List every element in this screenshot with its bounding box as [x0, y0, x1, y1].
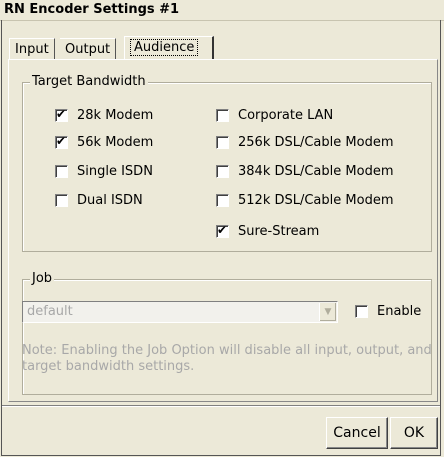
- window-title: RN Encoder Settings #1: [4, 2, 180, 17]
- dropdown-arrow-icon[interactable]: ▼: [319, 303, 336, 321]
- checkbox-box[interactable]: ✔: [55, 107, 68, 122]
- tab-audience-label: Audience: [130, 39, 199, 56]
- checkbox-label: Enable: [377, 304, 422, 319]
- checkbox-box[interactable]: [216, 109, 229, 122]
- checkbox-label: 56k Modem: [77, 135, 154, 150]
- target-bandwidth-legend: Target Bandwidth: [30, 74, 148, 89]
- job-select[interactable]: default ▼: [22, 301, 338, 323]
- checkbox-sure-stream[interactable]: ✔ Sure-Stream: [216, 223, 320, 239]
- checkbox-label: Sure-Stream: [238, 224, 320, 239]
- checkbox-label: 512k DSL/Cable Modem: [238, 193, 394, 208]
- checkbox-box[interactable]: [216, 194, 229, 207]
- tab-input-label: Input: [15, 42, 49, 57]
- tab-output[interactable]: Output: [60, 38, 117, 60]
- checkbox-box[interactable]: [216, 165, 229, 178]
- cancel-button[interactable]: Cancel: [326, 417, 388, 449]
- checkbox-384k-dsl[interactable]: 384k DSL/Cable Modem: [216, 164, 393, 179]
- job-group: [22, 279, 432, 395]
- checkbox-256k-dsl[interactable]: 256k DSL/Cable Modem: [216, 135, 393, 150]
- separator: [2, 405, 440, 407]
- tab-input[interactable]: Input: [9, 38, 55, 60]
- checkbox-label: Corporate LAN: [238, 108, 334, 123]
- checkbox-dual-isdn[interactable]: Dual ISDN: [55, 193, 143, 208]
- checkbox-label: 384k DSL/Cable Modem: [238, 164, 394, 179]
- checkmark-icon: ✔: [56, 107, 67, 121]
- checkbox-56k-modem[interactable]: ✔ 56k Modem: [55, 134, 154, 150]
- ok-button[interactable]: OK: [390, 417, 438, 449]
- job-select-value: default: [27, 304, 73, 319]
- checkbox-label: 28k Modem: [77, 108, 154, 123]
- checkmark-icon: ✔: [56, 134, 67, 148]
- checkbox-box[interactable]: ✔: [216, 223, 229, 238]
- checkbox-box[interactable]: ✔: [55, 134, 68, 149]
- checkbox-single-isdn[interactable]: Single ISDN: [55, 164, 153, 179]
- checkbox-label: Dual ISDN: [77, 193, 143, 208]
- job-note: Note: Enabling the Job Option will disab…: [22, 343, 432, 374]
- checkbox-box[interactable]: [55, 165, 68, 178]
- tab-output-label: Output: [65, 42, 111, 57]
- checkbox-label: Single ISDN: [77, 164, 153, 179]
- tab-audience[interactable]: Audience: [124, 36, 214, 60]
- checkbox-label: 256k DSL/Cable Modem: [238, 135, 394, 150]
- checkbox-enable-job[interactable]: Enable: [355, 304, 421, 319]
- checkbox-512k-dsl[interactable]: 512k DSL/Cable Modem: [216, 193, 393, 208]
- checkbox-box[interactable]: [55, 194, 68, 207]
- checkbox-box[interactable]: [355, 305, 368, 318]
- checkbox-box[interactable]: [216, 136, 229, 149]
- checkbox-28k-modem[interactable]: ✔ 28k Modem: [55, 107, 154, 123]
- checkmark-icon: ✔: [217, 223, 228, 237]
- checkbox-corporate-lan[interactable]: Corporate LAN: [216, 108, 333, 123]
- title-bar: RN Encoder Settings #1: [0, 0, 444, 21]
- job-legend: Job: [30, 271, 55, 286]
